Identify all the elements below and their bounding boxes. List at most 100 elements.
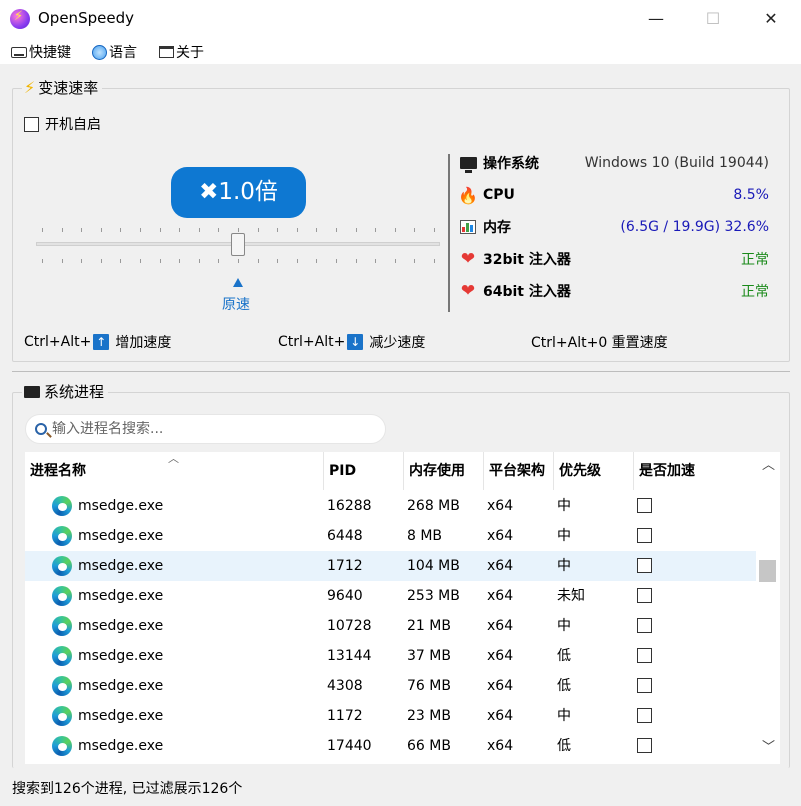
process-table: ︿ 进程名称 PID 内存使用 平台架构 优先级 是否加速 msedge.exe… [25,452,756,764]
slider-tick [81,228,83,232]
slider-tick [218,228,220,232]
slider-tick [120,259,122,263]
hotkey-decrease-prefix: Ctrl+Alt+ [278,334,346,350]
maximize-button[interactable]: ☐ [684,0,742,38]
column-header-accelerate[interactable]: 是否加速 [633,452,756,490]
speed-group-title: ⚡ 变速速率 [22,77,103,98]
cell-memory: 37 MB [407,648,451,664]
accelerate-checkbox[interactable] [637,618,652,633]
autostart-check-box[interactable] [24,116,39,132]
hotkey-increase-prefix: Ctrl+Alt+ [24,334,92,350]
hotkey-increase: Ctrl+Alt+ ↑ 增加速度 [24,332,171,352]
speed-slider-thumb[interactable] [231,233,245,256]
hotkey-reset: Ctrl+Alt+0 重置速度 [531,332,668,352]
cell-arch: x64 [487,708,514,724]
column-header-arch[interactable]: 平台架构 [483,452,553,490]
edge-browser-icon [52,706,72,726]
cell-arch: x64 [487,738,514,754]
slider-tick [179,259,181,263]
slider-tick [434,228,435,232]
table-scrollbar[interactable]: ︿ ﹀ [756,452,780,764]
monitor-icon [459,157,477,173]
slider-tick [296,228,298,232]
edge-browser-icon [52,496,72,516]
scroll-thumb[interactable] [759,560,776,582]
cell-priority: 中 [557,528,571,544]
process-search[interactable] [25,414,386,444]
slider-tick [336,228,337,232]
accelerate-checkbox[interactable] [637,708,652,723]
slider-tick [296,259,298,263]
window-title: OpenSpeedy [38,9,134,27]
cell-priority: 低 [557,648,571,664]
slider-tick [140,259,141,263]
keyboard-icon [11,46,27,58]
edge-browser-icon [52,736,72,756]
slider-tick [316,259,318,263]
memory-value: (6.5G / 19.9G) 32.6% [620,219,769,235]
slider-tick [198,259,200,263]
arrow-down-key-icon: ↓ [347,334,364,350]
column-header-priority[interactable]: 优先级 [553,452,633,490]
table-row[interactable]: msedge.exe 9640 253 MB x64 未知 [25,581,756,611]
table-row[interactable]: msedge.exe 17440 66 MB x64 低 [25,731,756,761]
menu-shortcuts[interactable]: 快捷键 [11,42,71,62]
hotkey-decrease-label: 减少速度 [369,335,426,351]
cell-pid: 10728 [327,618,372,634]
column-header-memory[interactable]: 内存使用 [403,452,483,490]
accelerate-checkbox[interactable] [637,528,652,543]
scroll-up-icon[interactable]: ︿ [762,454,775,473]
cell-memory: 23 MB [407,708,451,724]
slider-tick [238,228,239,232]
slider-tick [394,228,396,232]
autostart-checkbox[interactable]: 开机自启 [24,114,101,134]
cell-memory: 76 MB [407,678,451,694]
slider-tick [257,228,259,232]
menu-language[interactable]: 语言 [92,42,137,62]
accelerate-checkbox[interactable] [637,558,652,573]
accelerate-checkbox[interactable] [637,678,652,693]
cell-arch: x64 [487,498,514,514]
process-group-title-label: 系统进程 [44,383,105,401]
slider-tick [100,259,102,263]
injector32-label: 32bit 注入器 [483,252,571,268]
scroll-down-icon[interactable]: ﹀ [762,736,775,755]
table-row[interactable]: msedge.exe 4308 76 MB x64 低 [25,671,756,701]
menu-language-label: 语言 [109,45,137,61]
table-row[interactable]: msedge.exe 1712 104 MB x64 中 [25,551,756,581]
column-header-name[interactable]: ︿ 进程名称 [25,452,323,490]
section-divider [12,371,790,372]
cell-process-name: msedge.exe [78,618,164,634]
column-header-pid[interactable]: PID [323,452,403,490]
table-row[interactable]: msedge.exe 1172 23 MB x64 中 [25,701,756,731]
slider-tick [140,228,141,232]
slider-tick [42,228,43,232]
accelerate-checkbox[interactable] [637,648,652,663]
minimize-button[interactable]: — [627,0,685,38]
close-button[interactable]: ✕ [742,0,800,38]
menu-about[interactable]: 关于 [159,42,204,62]
slider-tick [414,228,416,232]
slider-tick [277,259,279,263]
accelerate-checkbox[interactable] [637,588,652,603]
slider-tick [61,228,63,232]
table-row[interactable]: msedge.exe 13144 37 MB x64 低 [25,641,756,671]
cell-arch: x64 [487,648,514,664]
table-row[interactable]: msedge.exe 16288 268 MB x64 中 [25,491,756,521]
process-search-input[interactable] [52,421,362,437]
cell-priority: 未知 [557,588,585,604]
origin-label: 原速 [222,297,250,313]
injector64-value: 正常 [741,284,769,300]
cpu-value: 8.5% [733,187,769,203]
cell-process-name: msedge.exe [78,708,164,724]
accelerate-checkbox[interactable] [637,498,652,513]
slider-tick [238,259,239,263]
table-row[interactable]: msedge.exe 10728 21 MB x64 中 [25,611,756,641]
table-row[interactable]: msedge.exe 6448 8 MB x64 中 [25,521,756,551]
menu-shortcuts-label: 快捷键 [29,45,71,61]
edge-browser-icon [52,616,72,636]
info-memory: 内存 (6.5G / 19.9G) 32.6% [459,216,769,238]
cell-arch: x64 [487,618,514,634]
accelerate-checkbox[interactable] [637,738,652,753]
cell-process-name: msedge.exe [78,678,164,694]
